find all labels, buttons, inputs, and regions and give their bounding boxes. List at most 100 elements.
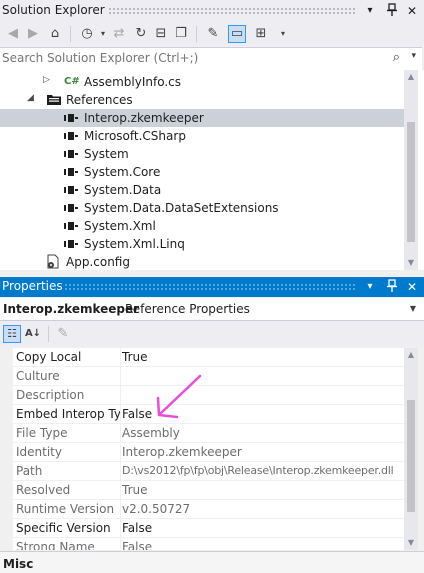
titlebar-grip[interactable] (64, 283, 356, 291)
scroll-up-icon[interactable]: ▲ (404, 70, 418, 84)
close-icon[interactable]: ✕ (404, 279, 420, 295)
categorized-icon[interactable]: ☷ (3, 325, 21, 343)
selected-object-name: Interop.zkemkeeper (3, 302, 140, 316)
alphabetical-icon[interactable]: A↓ (24, 325, 42, 343)
close-icon[interactable]: ✕ (404, 3, 420, 19)
property-row-file-type[interactable]: File Type Assembly (0, 424, 404, 443)
property-value[interactable]: False (118, 519, 404, 538)
preview-selected-items-icon[interactable]: ▭ (228, 25, 246, 43)
property-row-specific-version[interactable]: Specific Version False (0, 519, 404, 538)
references-folder-icon (46, 92, 62, 109)
property-grid-scrollbar[interactable]: ▲ ▼ (404, 348, 418, 550)
reference-icon (64, 222, 78, 230)
property-value[interactable]: D:\vs2012\fp\fp\obj\Release\Interop.zkem… (118, 462, 404, 481)
reference-icon (64, 114, 78, 122)
property-name: Path (13, 462, 121, 481)
property-row-strong-name[interactable]: Strong Name False (0, 538, 404, 550)
home-icon[interactable]: ⌂ (46, 25, 64, 43)
grid-margin (0, 424, 13, 443)
grid-margin (0, 519, 13, 538)
property-name: Embed Interop Typ (13, 405, 121, 424)
grid-margin (0, 386, 13, 405)
object-dropdown-icon[interactable]: ▼ (410, 304, 416, 313)
window-dropdown-icon[interactable]: ▾ (362, 3, 378, 19)
tree-item-system-core[interactable]: System.Core (0, 163, 404, 181)
config-file-icon (46, 254, 60, 270)
search-options-dropdown-icon[interactable]: ▾ (411, 51, 416, 61)
grid-margin (0, 405, 13, 424)
tree-item-references[interactable]: ◢ References (0, 91, 404, 109)
tree-vertical-scrollbar[interactable]: ▲ ▼ (404, 70, 418, 270)
property-row-identity[interactable]: Identity Interop.zkemkeeper (0, 443, 404, 462)
grid-margin (0, 462, 13, 481)
grid-margin (0, 348, 13, 367)
tree-item-label: System.Xml.Linq (84, 237, 185, 251)
tree-item-assemblyinfo[interactable]: ▷ C# AssemblyInfo.cs (0, 73, 404, 91)
tree-item-system-xml-linq[interactable]: System.Xml.Linq (0, 235, 404, 253)
toolbar-separator (70, 26, 71, 42)
tree-item-system-xml[interactable]: System.Xml (0, 217, 404, 235)
tree-item-label: References (66, 93, 133, 107)
properties-object-selector[interactable]: Interop.zkemkeeper Reference Properties … (0, 298, 424, 321)
property-row-path[interactable]: Path D:\vs2012\fp\fp\obj\Release\Interop… (0, 462, 404, 481)
tree-item-system[interactable]: System (0, 145, 404, 163)
property-value[interactable]: Assembly (118, 424, 404, 443)
reference-icon (64, 240, 78, 248)
solution-explorer-search[interactable]: ⌕ ▾ (0, 47, 422, 71)
property-name: Strong Name (13, 538, 121, 550)
property-value[interactable]: True (118, 348, 404, 367)
reference-icon (64, 204, 78, 212)
scroll-up-icon[interactable]: ▲ (404, 348, 418, 362)
tree-item-label: System.Data (84, 183, 162, 197)
forward-icon[interactable]: ▶ (24, 25, 42, 43)
property-row-resolved[interactable]: Resolved True (0, 481, 404, 500)
window-dropdown-icon[interactable]: ▾ (362, 279, 378, 295)
toolbar-separator (48, 326, 49, 342)
property-name: Copy Local (13, 348, 121, 367)
scrollbar-thumb[interactable] (407, 400, 415, 512)
property-row-runtime-version[interactable]: Runtime Version v2.0.50727 (0, 500, 404, 519)
property-pages-wrench-icon[interactable]: ✎ (54, 325, 72, 343)
property-value[interactable]: Interop.zkemkeeper (118, 443, 404, 462)
tree-item-system-data-datasetextensions[interactable]: System.Data.DataSetExtensions (0, 199, 404, 217)
grid-margin (0, 481, 13, 500)
property-value[interactable]: False (118, 538, 404, 550)
property-row-copy-local[interactable]: Copy Local True (0, 348, 404, 367)
solution-tree: ▷ C# AssemblyInfo.cs ◢ References Intero… (0, 70, 424, 270)
titlebar-grip[interactable] (108, 7, 356, 15)
search-input[interactable] (2, 50, 382, 66)
show-all-files-icon[interactable]: ❐ (172, 25, 190, 43)
tree-item-system-data[interactable]: System.Data (0, 181, 404, 199)
expand-arrow-icon[interactable]: ▷ (43, 75, 50, 85)
back-icon[interactable]: ◀ (4, 25, 22, 43)
property-value[interactable]: v2.0.50727 (118, 500, 404, 519)
collapse-arrow-icon[interactable]: ◢ (27, 93, 34, 103)
category-title: Misc (3, 557, 34, 571)
tree-item-label: App.config (66, 255, 130, 269)
tree-item-interop-zkemkeeper[interactable]: Interop.zkemkeeper (0, 109, 404, 127)
scroll-down-icon[interactable]: ▼ (404, 536, 418, 550)
properties-wrench-icon[interactable]: ✎ (204, 25, 222, 43)
sync-active-document-icon[interactable]: ⇄ (110, 25, 128, 43)
property-value[interactable]: True (118, 481, 404, 500)
pin-icon[interactable] (384, 3, 400, 19)
pin-icon[interactable] (384, 279, 400, 295)
tree-item-app-config[interactable]: App.config (0, 253, 404, 270)
properties-title: Properties (2, 279, 63, 293)
properties-titlebar: Properties ▾ ✕ (0, 277, 424, 297)
scroll-down-icon[interactable]: ▼ (404, 256, 418, 270)
tree-item-label: Microsoft.CSharp (84, 129, 186, 143)
scrollbar-thumb[interactable] (407, 122, 415, 242)
collapse-all-icon[interactable]: ⊟ (152, 25, 170, 43)
class-diagram-dropdown-icon[interactable]: ▾ (274, 25, 292, 43)
refresh-icon[interactable]: ↻ (132, 25, 150, 43)
grid-margin (0, 443, 13, 462)
tree-item-label: System (84, 147, 129, 161)
tree-item-microsoft-csharp[interactable]: Microsoft.CSharp (0, 127, 404, 145)
tree-item-label: System.Xml (84, 219, 156, 233)
tree-item-label: Interop.zkemkeeper (84, 111, 204, 125)
search-icon[interactable]: ⌕ (393, 50, 400, 65)
property-name: Culture (13, 367, 121, 386)
property-category-description: Misc (0, 551, 424, 573)
class-diagram-icon[interactable]: ⊞ (252, 25, 270, 43)
